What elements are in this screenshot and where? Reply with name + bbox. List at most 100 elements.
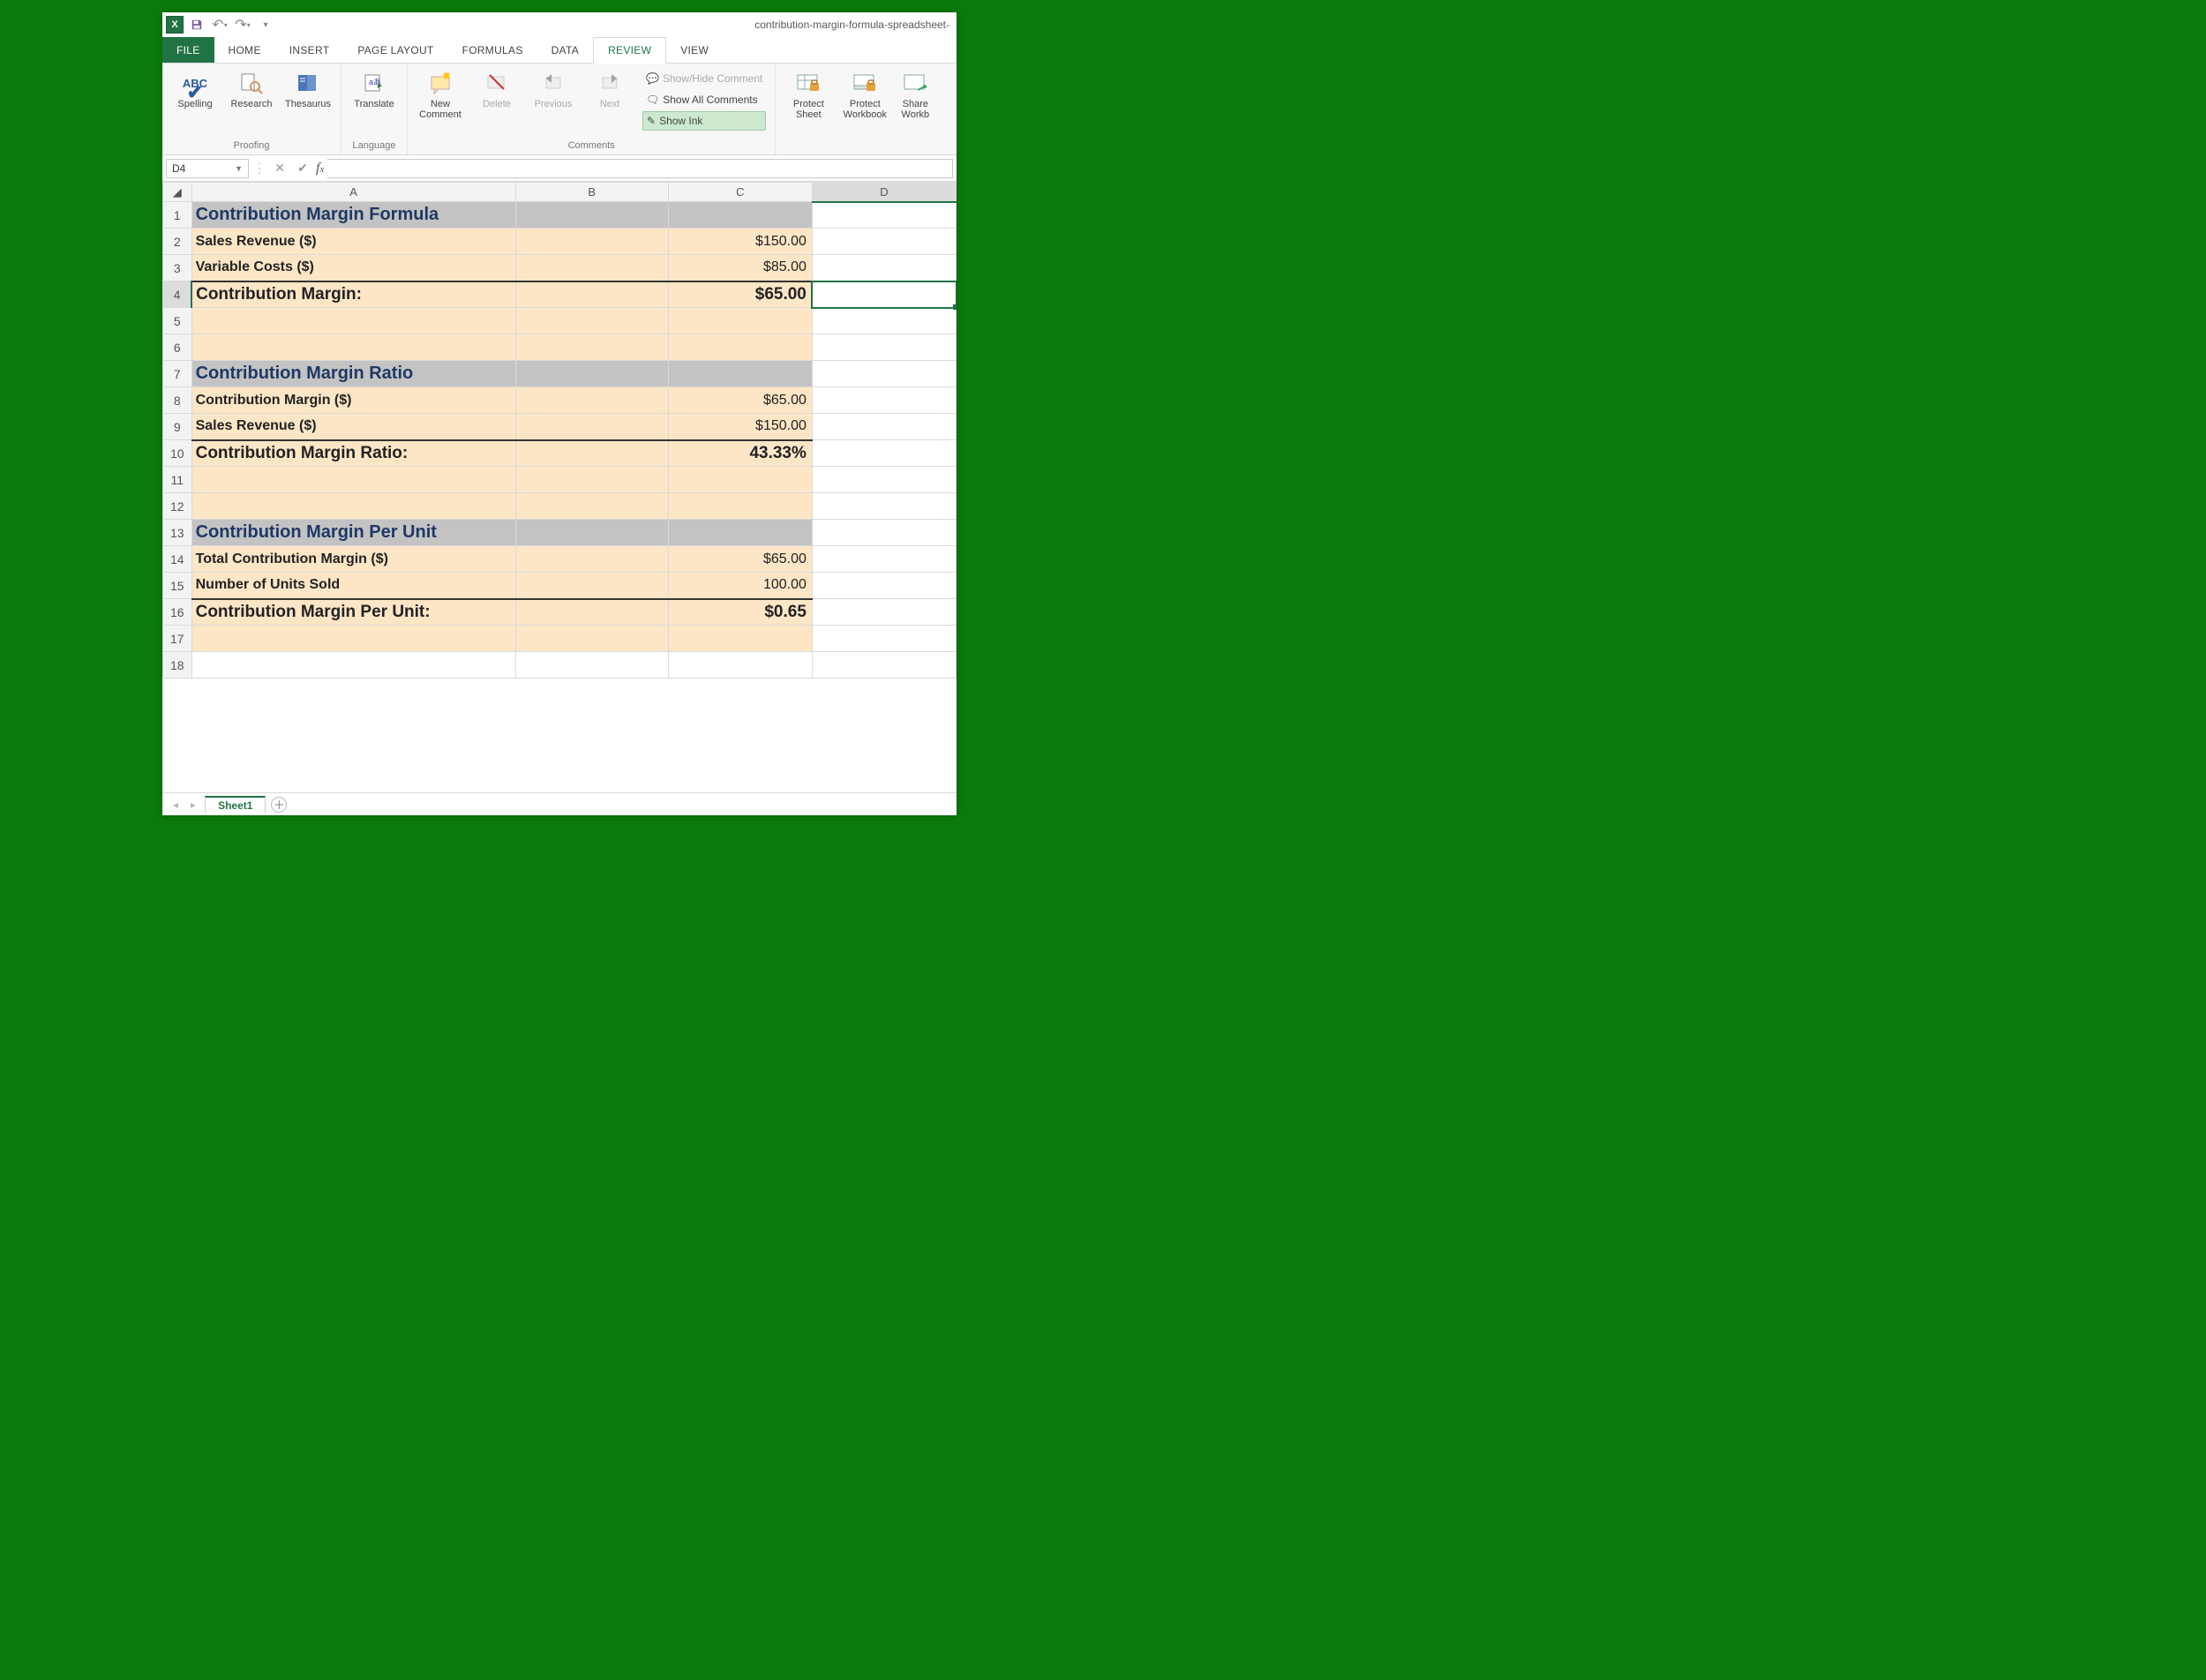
protect-sheet-button[interactable]: Protect Sheet	[781, 67, 836, 122]
cell-A2[interactable]: Sales Revenue ($)	[191, 229, 515, 255]
save-button[interactable]	[187, 15, 206, 34]
cell-A11[interactable]	[191, 467, 515, 493]
cell-A10[interactable]: Contribution Margin Ratio:	[191, 440, 515, 467]
cell-B8[interactable]	[515, 387, 668, 414]
show-all-comments-button[interactable]: 🗨 Show All Comments	[642, 90, 766, 109]
spelling-button[interactable]: ABC✔ Spelling	[168, 67, 222, 111]
cell-B2[interactable]	[515, 229, 668, 255]
cell-B4[interactable]	[515, 281, 668, 308]
cell-B6[interactable]	[515, 334, 668, 361]
cell-D8[interactable]	[812, 387, 956, 414]
cell-B5[interactable]	[515, 308, 668, 334]
cell-A5[interactable]	[191, 308, 515, 334]
cell-B13[interactable]	[515, 520, 668, 546]
row-header[interactable]: 9	[163, 414, 192, 440]
cell-C10[interactable]: 43.33%	[668, 440, 812, 467]
cell-C5[interactable]	[668, 308, 812, 334]
cell-B10[interactable]	[515, 440, 668, 467]
tab-page-layout[interactable]: PAGE LAYOUT	[343, 37, 447, 63]
cell-C17[interactable]	[668, 626, 812, 652]
cell-D18[interactable]	[812, 652, 956, 679]
research-button[interactable]: Research	[224, 67, 279, 111]
cell-C3[interactable]: $85.00	[668, 255, 812, 281]
cell-A14[interactable]: Total Contribution Margin ($)	[191, 546, 515, 573]
cell-C8[interactable]: $65.00	[668, 387, 812, 414]
row-header[interactable]: 15	[163, 573, 192, 599]
cell-C14[interactable]: $65.00	[668, 546, 812, 573]
cell-C11[interactable]	[668, 467, 812, 493]
cell-A12[interactable]	[191, 493, 515, 520]
col-header-D[interactable]: D	[812, 183, 956, 202]
row-header[interactable]: 18	[163, 652, 192, 679]
cell-B1[interactable]	[515, 202, 668, 229]
cell-C7[interactable]	[668, 361, 812, 387]
delete-comment-button[interactable]: Delete	[469, 67, 524, 111]
tab-insert[interactable]: INSERT	[275, 37, 344, 63]
cell-C9[interactable]: $150.00	[668, 414, 812, 440]
cell-C15[interactable]: 100.00	[668, 573, 812, 599]
next-comment-button[interactable]: Next	[582, 67, 637, 111]
cell-C16[interactable]: $0.65	[668, 599, 812, 626]
share-workbook-button[interactable]: Share Workb	[894, 67, 936, 122]
cell-B12[interactable]	[515, 493, 668, 520]
cell-A4[interactable]: Contribution Margin:	[191, 281, 515, 308]
sheet-nav-next[interactable]: ▸	[187, 797, 199, 813]
cell-A7[interactable]: Contribution Margin Ratio	[191, 361, 515, 387]
cell-D14[interactable]	[812, 546, 956, 573]
cell-C18[interactable]	[668, 652, 812, 679]
cell-B18[interactable]	[515, 652, 668, 679]
cell-D7[interactable]	[812, 361, 956, 387]
cell-D12[interactable]	[812, 493, 956, 520]
cell-A3[interactable]: Variable Costs ($)	[191, 255, 515, 281]
row-header[interactable]: 3	[163, 255, 192, 281]
translate-button[interactable]: aあ Translate	[347, 67, 401, 111]
cell-A6[interactable]	[191, 334, 515, 361]
col-header-C[interactable]: C	[668, 183, 812, 202]
qat-customize[interactable]: ▾	[256, 15, 275, 34]
row-header[interactable]: 5	[163, 308, 192, 334]
cell-B3[interactable]	[515, 255, 668, 281]
cell-D1[interactable]	[812, 202, 956, 229]
cell-D6[interactable]	[812, 334, 956, 361]
cell-D2[interactable]	[812, 229, 956, 255]
cell-D11[interactable]	[812, 467, 956, 493]
cell-C12[interactable]	[668, 493, 812, 520]
cell-D15[interactable]	[812, 573, 956, 599]
redo-button[interactable]: ↷▾	[233, 15, 252, 34]
cell-A18[interactable]	[191, 652, 515, 679]
tab-home[interactable]: HOME	[214, 37, 275, 63]
col-header-A[interactable]: A	[191, 183, 515, 202]
col-header-B[interactable]: B	[515, 183, 668, 202]
thesaurus-button[interactable]: Thesaurus	[281, 67, 335, 111]
cell-C13[interactable]	[668, 520, 812, 546]
cell-D17[interactable]	[812, 626, 956, 652]
cell-D13[interactable]	[812, 520, 956, 546]
cell-C4[interactable]: $65.00	[668, 281, 812, 308]
row-header[interactable]: 7	[163, 361, 192, 387]
tab-review[interactable]: REVIEW	[593, 37, 666, 64]
cell-A13[interactable]: Contribution Margin Per Unit	[191, 520, 515, 546]
cell-B7[interactable]	[515, 361, 668, 387]
row-header[interactable]: 14	[163, 546, 192, 573]
row-header[interactable]: 13	[163, 520, 192, 546]
cell-B16[interactable]	[515, 599, 668, 626]
name-box[interactable]: D4 ▼	[166, 159, 249, 178]
sheet-tab-active[interactable]: Sheet1	[205, 796, 266, 814]
row-header[interactable]: 1	[163, 202, 192, 229]
cell-A8[interactable]: Contribution Margin ($)	[191, 387, 515, 414]
previous-comment-button[interactable]: Previous	[526, 67, 581, 111]
row-header[interactable]: 12	[163, 493, 192, 520]
cell-C1[interactable]	[668, 202, 812, 229]
show-hide-comment-button[interactable]: 💬 Show/Hide Comment	[642, 69, 766, 88]
row-header[interactable]: 16	[163, 599, 192, 626]
cell-A16[interactable]: Contribution Margin Per Unit:	[191, 599, 515, 626]
formula-input[interactable]	[327, 159, 953, 178]
row-header[interactable]: 10	[163, 440, 192, 467]
show-ink-button[interactable]: ✎ Show Ink	[642, 111, 766, 131]
cell-D3[interactable]	[812, 255, 956, 281]
fx-icon[interactable]: fx	[316, 161, 324, 176]
cell-B9[interactable]	[515, 414, 668, 440]
row-header[interactable]: 2	[163, 229, 192, 255]
row-header[interactable]: 8	[163, 387, 192, 414]
cell-B17[interactable]	[515, 626, 668, 652]
